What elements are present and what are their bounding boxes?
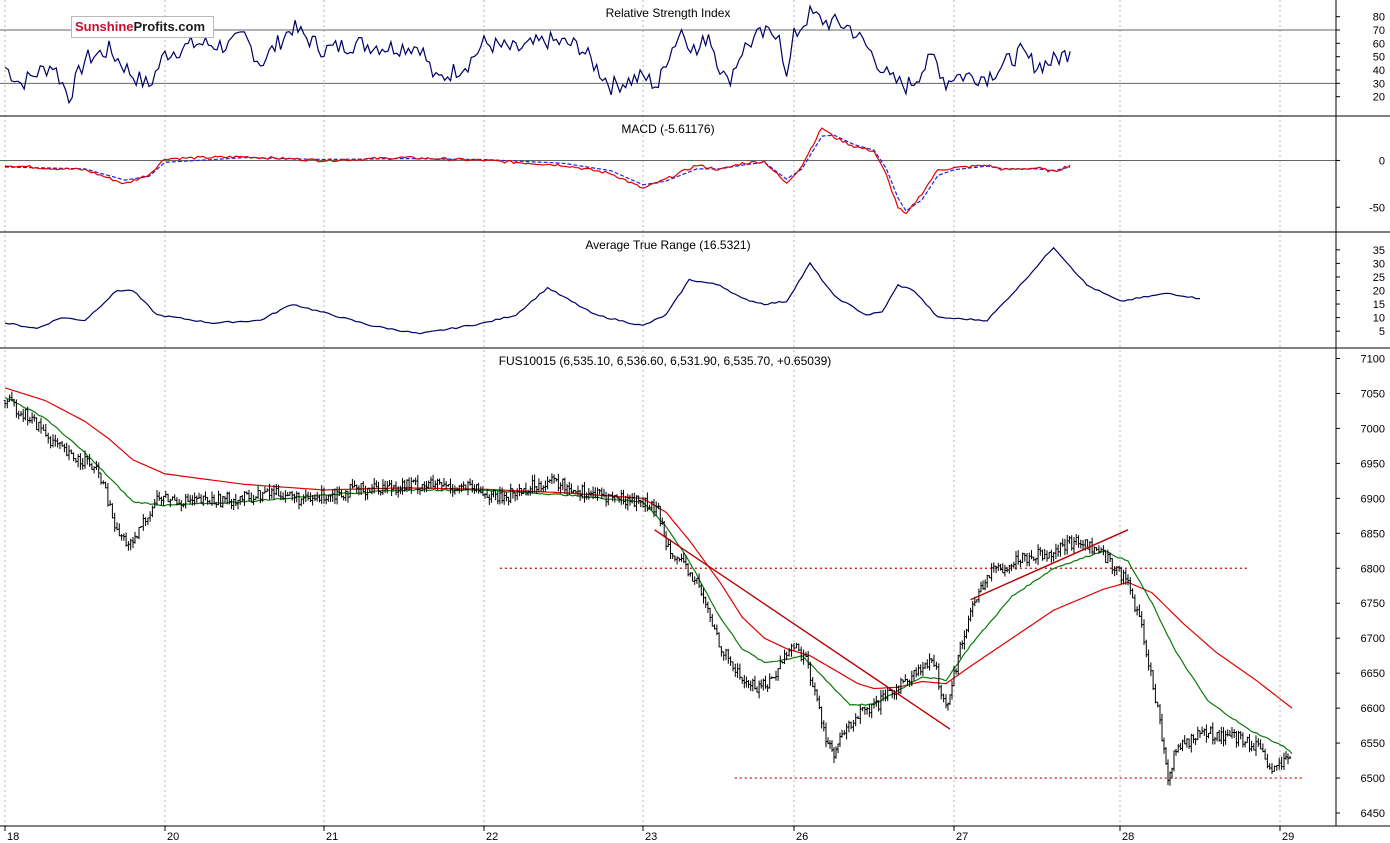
y-tick-label: 7000 xyxy=(1361,423,1385,435)
y-tick-label: 6600 xyxy=(1361,703,1385,715)
y-tick-label: 35 xyxy=(1373,245,1385,257)
y-tick-label: 7100 xyxy=(1361,353,1385,365)
y-tick-label: 6850 xyxy=(1361,528,1385,540)
y-tick-label: 70 xyxy=(1373,25,1385,37)
y-tick-label: 25 xyxy=(1373,272,1385,284)
y-tick-label: 7050 xyxy=(1361,388,1385,400)
y-tick-label: 50 xyxy=(1373,52,1385,64)
y-tick-label: 6500 xyxy=(1361,773,1385,785)
x-tick-label: 27 xyxy=(956,831,968,843)
y-tick-label: 6550 xyxy=(1361,738,1385,750)
price-title: FUS10015 (6,535.10, 6,536.60, 6,531.90, … xyxy=(499,354,832,368)
x-tick-label: 29 xyxy=(1282,831,1294,843)
x-tick-label: 18 xyxy=(7,831,19,843)
rsi-title: Relative Strength Index xyxy=(606,6,731,20)
y-tick-label: 20 xyxy=(1373,92,1385,104)
x-tick-label: 26 xyxy=(796,831,808,843)
x-tick-label: 23 xyxy=(645,831,657,843)
y-tick-label: 6650 xyxy=(1361,668,1385,680)
y-tick-label: 6750 xyxy=(1361,598,1385,610)
y-tick-label: 80 xyxy=(1373,12,1385,24)
y-tick-label: 30 xyxy=(1373,78,1385,90)
x-tick-label: 22 xyxy=(486,831,498,843)
brand-part-2: Profits.com xyxy=(133,19,206,34)
y-tick-label: 20 xyxy=(1373,286,1385,298)
y-tick-label: 6700 xyxy=(1361,633,1385,645)
y-tick-label: 40 xyxy=(1373,65,1385,77)
y-tick-label: 5 xyxy=(1379,326,1385,338)
atr-title: Average True Range (16.5321) xyxy=(585,238,750,252)
y-tick-label: 0 xyxy=(1379,155,1385,167)
brand-logo: SunshineProfits.com xyxy=(71,16,215,38)
x-tick-label: 21 xyxy=(326,831,338,843)
stock-chart: Relative Strength Index 80706050403020 M… xyxy=(0,0,1390,843)
y-tick-label: 6450 xyxy=(1361,808,1385,820)
y-tick-label: 15 xyxy=(1373,299,1385,311)
y-tick-label: 6900 xyxy=(1361,493,1385,505)
macd-title: MACD (-5.61176) xyxy=(621,122,714,136)
brand-part-1: Sunshine xyxy=(75,19,134,34)
x-tick-label: 20 xyxy=(167,831,179,843)
y-tick-label: 10 xyxy=(1373,313,1385,325)
y-tick-label: 6950 xyxy=(1361,458,1385,470)
y-tick-label: 60 xyxy=(1373,38,1385,50)
y-tick-label: 30 xyxy=(1373,258,1385,270)
y-tick-label: -50 xyxy=(1369,202,1385,214)
y-tick-label: 6800 xyxy=(1361,563,1385,575)
x-tick-label: 28 xyxy=(1122,831,1134,843)
